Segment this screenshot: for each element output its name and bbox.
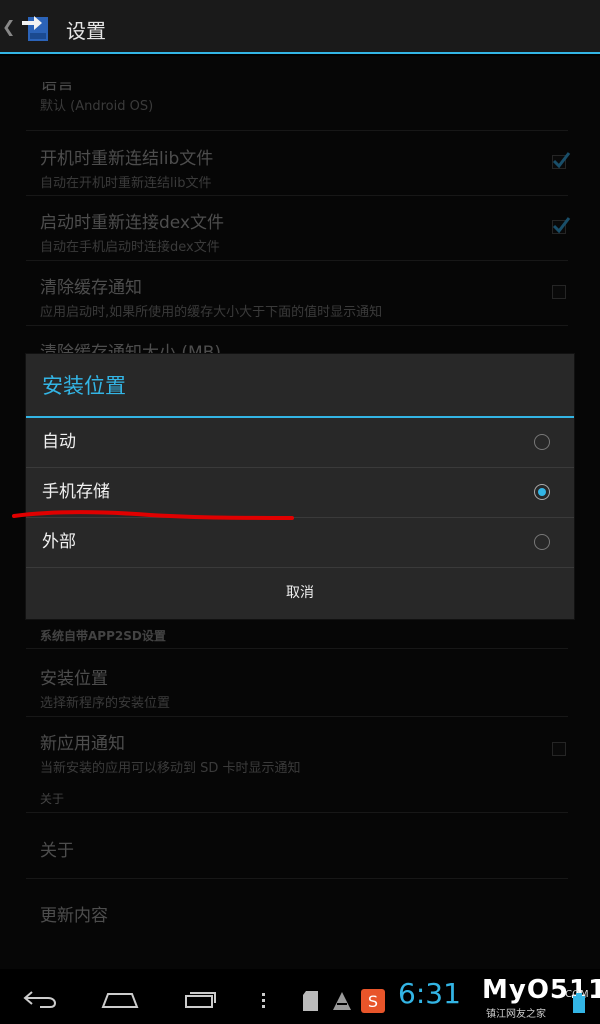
cancel-button[interactable]: 取消 [26,568,574,619]
back-icon[interactable] [22,989,58,1009]
up-caret-icon[interactable]: ❮ [2,17,15,36]
dialog-title: 安装位置 [26,354,574,418]
usb-debug-icon [333,992,351,1010]
option-external[interactable]: 外部 [26,518,574,568]
system-bar: S 6:31 MyO511 .COM 镇江网友之家 [0,969,600,1024]
battery-icon [573,993,585,1013]
install-location-dialog: 安装位置 自动 手机存储 外部 取消 [26,354,574,619]
page-title: 设置 [66,19,106,43]
option-label: 手机存储 [42,482,110,502]
option-auto[interactable]: 自动 [26,418,574,468]
watermark-sub: 镇江网友之家 [486,1009,546,1020]
home-icon[interactable] [100,991,140,1009]
action-bar: ❮ 设置 [0,0,600,54]
watermark-logo: MyO511 .COM 镇江网友之家 [432,971,600,1021]
radio-button-icon[interactable] [534,434,550,450]
option-label: 外部 [42,532,76,552]
sogou-input-icon: S [361,989,385,1013]
menu-overflow-icon[interactable] [260,991,268,1011]
radio-button-selected-icon[interactable] [534,484,550,500]
option-phone-storage[interactable]: 手机存储 [26,468,574,518]
app-icon[interactable] [20,9,50,43]
radio-button-icon[interactable] [534,534,550,550]
option-label: 自动 [42,432,76,452]
sd-card-icon [303,991,318,1011]
svg-text:S: S [368,992,378,1011]
recent-apps-icon[interactable] [183,989,219,1009]
